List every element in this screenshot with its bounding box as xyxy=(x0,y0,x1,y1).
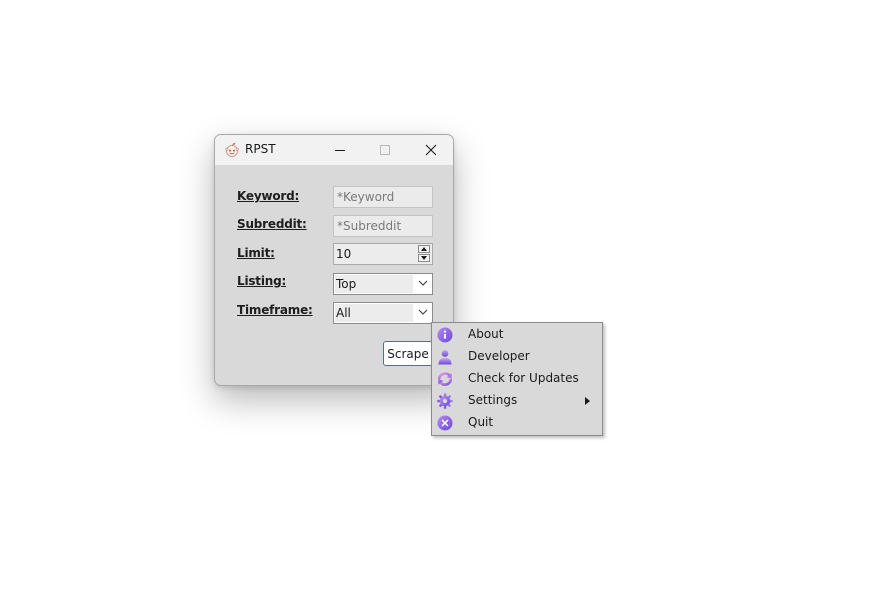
info-icon xyxy=(437,327,453,343)
triangle-down-icon xyxy=(421,256,427,260)
minimize-icon xyxy=(335,150,345,151)
limit-spin-buttons xyxy=(418,245,431,263)
menu-item-label: Settings xyxy=(468,393,518,407)
context-menu: About Developer Check for Updates Settin… xyxy=(431,322,603,436)
timeframe-select[interactable]: All xyxy=(333,302,433,324)
menu-item-label: Developer xyxy=(468,349,530,363)
menu-item-about[interactable]: About xyxy=(433,324,601,346)
listing-selected-value: Top xyxy=(336,277,357,291)
title-bar[interactable]: RPST xyxy=(215,135,453,165)
person-icon xyxy=(438,350,452,365)
subreddit-input[interactable]: *Subreddit xyxy=(333,215,433,237)
limit-label: Limit: xyxy=(237,246,275,260)
close-icon xyxy=(425,144,437,156)
menu-item-check-updates[interactable]: Check for Updates xyxy=(433,368,601,390)
chevron-down-icon xyxy=(418,280,428,286)
keyword-label: Keyword: xyxy=(237,189,300,203)
keyword-input[interactable]: *Keyword xyxy=(333,186,433,208)
menu-item-quit[interactable]: Quit xyxy=(433,412,601,434)
menu-item-label: About xyxy=(468,327,504,341)
reddit-alien-icon xyxy=(225,142,239,157)
limit-value: 10 xyxy=(336,247,352,261)
minimize-button[interactable] xyxy=(318,135,362,165)
spin-down-button[interactable] xyxy=(418,254,430,262)
listing-label: Listing: xyxy=(237,274,287,288)
subreddit-label: Subreddit: xyxy=(237,217,307,231)
limit-spinbox[interactable]: 10 xyxy=(333,243,433,265)
gear-icon xyxy=(437,393,453,409)
maximize-icon xyxy=(380,145,390,155)
submenu-arrow-icon xyxy=(585,397,590,405)
listing-select[interactable]: Top xyxy=(333,273,433,295)
menu-item-developer[interactable]: Developer xyxy=(433,346,601,368)
refresh-icon xyxy=(437,372,453,386)
desktop: RPST Keyword: *Keyword Subreddit: *Subre… xyxy=(0,0,874,606)
maximize-button[interactable] xyxy=(363,135,407,165)
close-button[interactable] xyxy=(409,135,453,165)
window-title: RPST xyxy=(245,142,276,156)
chevron-down-icon xyxy=(418,309,428,315)
menu-item-label: Quit xyxy=(468,415,494,429)
timeframe-selected-value: All xyxy=(336,306,351,320)
scrape-button[interactable]: Scrape xyxy=(383,341,433,366)
spin-up-button[interactable] xyxy=(418,245,430,253)
triangle-up-icon xyxy=(421,247,427,251)
rpst-window: RPST Keyword: *Keyword Subreddit: *Subre… xyxy=(214,134,454,386)
menu-item-label: Check for Updates xyxy=(468,371,579,385)
menu-item-settings[interactable]: Settings xyxy=(433,390,601,412)
close-circle-icon xyxy=(437,415,453,431)
timeframe-label: Timeframe: xyxy=(237,303,313,317)
